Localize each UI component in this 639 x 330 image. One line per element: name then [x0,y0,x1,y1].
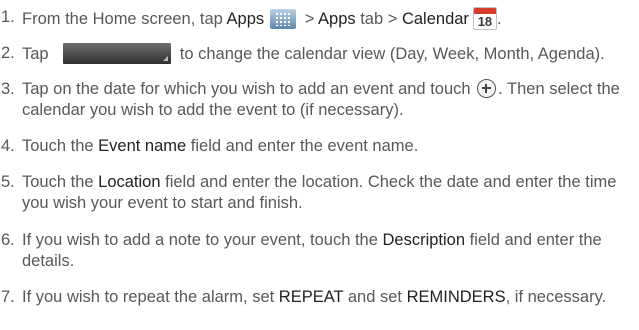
step-number: 4. [1,137,15,155]
calendar-icon-day: 18 [477,14,493,29]
calendar-view-button-icon [63,43,172,64]
step-text: Touch the Event name field and enter the… [22,137,419,155]
keyword-repeat: REPEAT [278,288,344,306]
keyword-apps-tab: Apps [318,10,356,28]
keyword-apps: Apps [226,10,265,28]
step-text: Touch the Location field and enter the l… [22,173,617,212]
calendar-app-icon: 18 [472,7,497,30]
keyword-location: Location [98,173,161,191]
step-number: 6. [1,231,15,249]
step-number: 2. [1,44,15,62]
step-text: Tap to change the calendar view (Day, We… [22,43,605,64]
step-number: 1. [1,8,15,26]
step-text: If you wish to repeat the alarm, set REP… [22,288,607,306]
step-number: 5. [1,173,15,191]
keyword-reminders: REMINDERS [406,288,506,306]
step-number: 7. [1,288,15,306]
step-text: From the Home screen, tap Apps > Apps ta… [22,7,634,30]
apps-grid-icon [270,9,297,29]
step-text: If you wish to add a note to your event,… [22,231,602,270]
step-number: 3. [1,80,15,98]
add-plus-icon [477,79,497,98]
keyword-event-name: Event name [98,137,187,155]
keyword-calendar: Calendar [401,10,469,28]
keyword-description: Description [382,231,466,249]
step-text: Tap on the date for which you wish to ad… [22,79,620,119]
